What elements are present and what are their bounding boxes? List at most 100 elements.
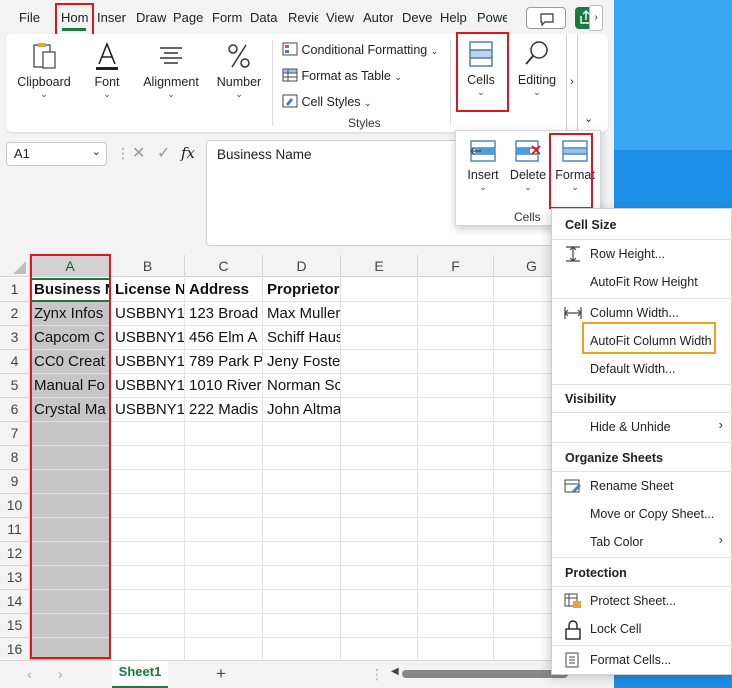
cell-e7[interactable] xyxy=(341,422,418,446)
cell-c2[interactable]: 123 Broad xyxy=(185,302,263,326)
format-cells-item[interactable]: Format Cells... xyxy=(590,653,671,667)
cell-c14[interactable] xyxy=(185,590,263,614)
cell-c16[interactable] xyxy=(185,638,263,662)
cell-c3[interactable]: 456 Elm A xyxy=(185,326,263,350)
cell-b16[interactable] xyxy=(111,638,185,662)
tab-help[interactable]: Help xyxy=(440,10,468,25)
move-copy-sheet-item[interactable]: Move or Copy Sheet... xyxy=(590,507,714,521)
scroll-tabs-left-icon[interactable]: ‹ xyxy=(27,666,32,682)
cell-b5[interactable]: USBBNY12 xyxy=(111,374,185,398)
cell-b1[interactable]: License No xyxy=(111,278,185,302)
tab-automate[interactable]: Autor xyxy=(363,10,393,25)
cancel-icon[interactable]: ✕ xyxy=(132,143,145,163)
cell-e8[interactable] xyxy=(341,446,418,470)
row-header[interactable]: 1 xyxy=(0,278,30,302)
cell-b9[interactable] xyxy=(111,470,185,494)
cell-f3[interactable] xyxy=(418,326,494,350)
cell-b10[interactable] xyxy=(111,494,185,518)
row-header[interactable]: 5 xyxy=(0,374,30,398)
horizontal-scrollbar-thumb[interactable] xyxy=(402,670,568,678)
column-header-f[interactable]: F xyxy=(418,255,494,277)
cell-e15[interactable] xyxy=(341,614,418,638)
tab-insert[interactable]: Inser xyxy=(97,10,127,25)
cell-e9[interactable] xyxy=(341,470,418,494)
cell-e16[interactable] xyxy=(341,638,418,662)
row-header[interactable]: 10 xyxy=(0,494,30,518)
row-header[interactable]: 2 xyxy=(0,302,30,326)
row-header[interactable]: 6 xyxy=(0,398,30,422)
cell-d7[interactable] xyxy=(263,422,341,446)
cell-f15[interactable] xyxy=(418,614,494,638)
tab-view[interactable]: View xyxy=(326,10,354,25)
cell-f14[interactable] xyxy=(418,590,494,614)
tab-file[interactable]: File xyxy=(19,10,40,25)
cell-c10[interactable] xyxy=(185,494,263,518)
cell-b7[interactable] xyxy=(111,422,185,446)
cell-f8[interactable] xyxy=(418,446,494,470)
cell-d4[interactable]: Jeny Foster xyxy=(263,350,341,374)
add-sheet-button[interactable]: + xyxy=(216,664,226,684)
select-all-corner[interactable] xyxy=(0,255,30,277)
tab-developer[interactable]: Deve xyxy=(402,10,432,25)
row-header[interactable]: 11 xyxy=(0,518,30,542)
cell-d9[interactable] xyxy=(263,470,341,494)
insert-cells-button[interactable]: Insert ⌄ xyxy=(462,137,504,192)
cell-d13[interactable] xyxy=(263,566,341,590)
row-header[interactable]: 16 xyxy=(0,638,30,662)
cell-b13[interactable] xyxy=(111,566,185,590)
cell-b2[interactable]: USBBNY12 xyxy=(111,302,185,326)
cell-e1[interactable] xyxy=(341,278,418,302)
ribbon-collapse-button[interactable]: ⌄ xyxy=(584,112,593,125)
cell-c6[interactable]: 222 Madis xyxy=(185,398,263,422)
cell-b12[interactable] xyxy=(111,542,185,566)
cell-c13[interactable] xyxy=(185,566,263,590)
cell-d12[interactable] xyxy=(263,542,341,566)
tab-page-layout[interactable]: Page xyxy=(173,10,205,25)
cell-f4[interactable] xyxy=(418,350,494,374)
name-box[interactable]: A1 ⌄ xyxy=(6,142,107,166)
hide-unhide-item[interactable]: Hide & Unhide xyxy=(590,420,671,434)
tab-review[interactable]: Revie xyxy=(288,10,318,25)
cell-d8[interactable] xyxy=(263,446,341,470)
cell-f16[interactable] xyxy=(418,638,494,662)
column-header-e[interactable]: E xyxy=(341,255,418,277)
cell-d15[interactable] xyxy=(263,614,341,638)
cell-d3[interactable]: Schiff Hausen xyxy=(263,326,341,350)
editing-button[interactable]: Editing ⌄ xyxy=(514,38,560,97)
row-header[interactable]: 15 xyxy=(0,614,30,638)
cell-b4[interactable]: USBBNY12 xyxy=(111,350,185,374)
cell-d10[interactable] xyxy=(263,494,341,518)
cell-d11[interactable] xyxy=(263,518,341,542)
cell-c7[interactable] xyxy=(185,422,263,446)
cell-d5[interactable]: Norman Scott xyxy=(263,374,341,398)
ribbon-scroll-right-button[interactable]: › xyxy=(566,34,578,130)
cell-d2[interactable]: Max Muller xyxy=(263,302,341,326)
cell-f9[interactable] xyxy=(418,470,494,494)
row-header[interactable]: 13 xyxy=(0,566,30,590)
cell-d14[interactable] xyxy=(263,590,341,614)
tab-formulas[interactable]: Form xyxy=(212,10,244,25)
cell-b11[interactable] xyxy=(111,518,185,542)
cell-f7[interactable] xyxy=(418,422,494,446)
enter-icon[interactable]: ✓ xyxy=(157,143,170,163)
cell-d6[interactable]: John Altman xyxy=(263,398,341,422)
cell-f12[interactable] xyxy=(418,542,494,566)
cell-c15[interactable] xyxy=(185,614,263,638)
insert-function-icon[interactable]: fx xyxy=(181,144,195,162)
cell-f2[interactable] xyxy=(418,302,494,326)
cell-f10[interactable] xyxy=(418,494,494,518)
cell-e13[interactable] xyxy=(341,566,418,590)
cell-c9[interactable] xyxy=(185,470,263,494)
row-header[interactable]: 8 xyxy=(0,446,30,470)
cell-c12[interactable] xyxy=(185,542,263,566)
cell-e10[interactable] xyxy=(341,494,418,518)
cell-e12[interactable] xyxy=(341,542,418,566)
row-header[interactable]: 3 xyxy=(0,326,30,350)
rename-sheet-item[interactable]: Rename Sheet xyxy=(590,479,673,493)
cell-b14[interactable] xyxy=(111,590,185,614)
cell-e2[interactable] xyxy=(341,302,418,326)
scroll-tabs-right-icon[interactable]: › xyxy=(58,666,63,682)
row-header[interactable]: 7 xyxy=(0,422,30,446)
alignment-button[interactable]: Alignment ⌄ xyxy=(136,40,206,99)
cell-e5[interactable] xyxy=(341,374,418,398)
